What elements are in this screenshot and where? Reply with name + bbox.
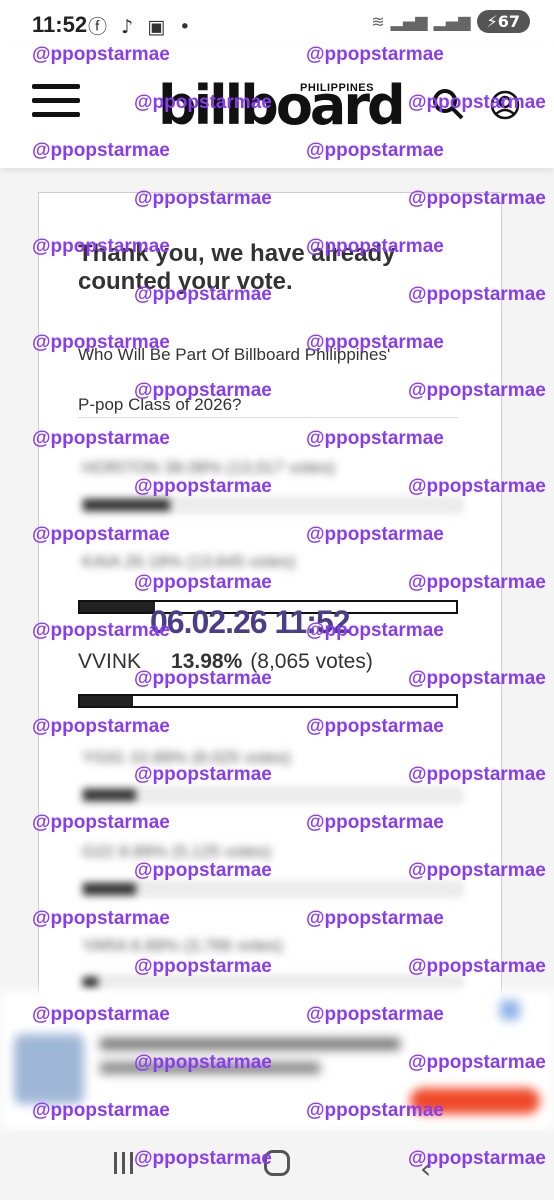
result-bar-above-fill	[80, 602, 156, 612]
watermark-text: @ppopstarmae	[408, 668, 546, 689]
watermark-text: @ppopstarmae	[32, 908, 170, 929]
watermark-text: @ppopstarmae	[408, 956, 546, 977]
status-time: 11:52	[32, 12, 88, 37]
result-text-blurred-5: YARA 6.89% (3,766 votes)	[82, 936, 283, 955]
recents-icon[interactable]	[112, 1152, 136, 1174]
watermark-text: @ppopstarmae	[306, 1100, 444, 1121]
status-right: ≋ ▂▄▆ ▂▄▆ ⚡67	[371, 10, 530, 33]
result-bar-vvink	[78, 694, 458, 708]
watermark-text: @ppopstarmae	[408, 1148, 546, 1169]
watermark-text: @ppopstarmae	[32, 332, 170, 353]
result-bar-fill	[83, 883, 136, 895]
result-bar-fill	[83, 977, 99, 989]
watermark-text: @ppopstarmae	[306, 812, 444, 833]
watermark-text: @ppopstarmae	[134, 188, 272, 209]
watermark-text: @ppopstarmae	[408, 476, 546, 497]
watermark-text: @ppopstarmae	[306, 332, 444, 353]
watermark-text: @ppopstarmae	[306, 140, 444, 161]
watermark-text: @ppopstarmae	[134, 860, 272, 881]
watermark-text: @ppopstarmae	[134, 1052, 272, 1073]
watermark-text: @ppopstarmae	[134, 764, 272, 785]
watermark-text: @ppopstarmae	[408, 92, 546, 113]
watermark-text: @ppopstarmae	[32, 524, 170, 545]
watermark-text: @ppopstarmae	[408, 572, 546, 593]
watermark-text: @ppopstarmae	[32, 716, 170, 737]
wifi-icon: ≋	[371, 12, 385, 31]
divider	[78, 417, 458, 418]
watermark-text: @ppopstarmae	[134, 1148, 272, 1169]
battery-icon: ⚡67	[476, 10, 530, 33]
watermark-text: @ppopstarmae	[408, 284, 546, 305]
result-bar-fill	[83, 789, 136, 801]
watermark-text: @ppopstarmae	[408, 860, 546, 881]
watermark-text: @ppopstarmae	[134, 572, 272, 593]
result-bar-fill	[83, 499, 170, 511]
watermark-text: @ppopstarmae	[306, 908, 444, 929]
result-row-blurred-2: KAIA 26.18% (13,645 votes)	[82, 552, 462, 572]
signal-icon: ▂▄▆	[390, 12, 428, 31]
result-bar-blurred-3	[82, 788, 462, 802]
watermark-text: @ppopstarmae	[134, 668, 272, 689]
watermark-text: @ppopstarmae	[32, 140, 170, 161]
notification-icons: ⓕ ♪ ▣ •	[88, 16, 195, 38]
watermark-text: @ppopstarmae	[306, 428, 444, 449]
result-bar-blurred-1	[82, 498, 462, 512]
watermark-text: @ppopstarmae	[134, 380, 272, 401]
signal-icon-2: ▂▄▆	[433, 12, 471, 31]
status-bar: 11:52 ⓕ ♪ ▣ • ≋ ▂▄▆ ▂▄▆ ⚡67	[0, 0, 554, 44]
watermark-text: @ppopstarmae	[306, 44, 444, 65]
watermark-text: @ppopstarmae	[408, 764, 546, 785]
watermark-text: @ppopstarmae	[134, 476, 272, 497]
watermark-text: @ppopstarmae	[408, 380, 546, 401]
watermark-text: @ppopstarmae	[134, 284, 272, 305]
watermark-text: @ppopstarmae	[306, 524, 444, 545]
watermark-text: @ppopstarmae	[306, 620, 444, 641]
watermark-text: @ppopstarmae	[32, 236, 170, 257]
battery-level: 67	[497, 12, 520, 31]
watermark-text: @ppopstarmae	[134, 92, 272, 113]
ad-text-line	[100, 1038, 400, 1050]
watermark-text: @ppopstarmae	[306, 1004, 444, 1025]
watermark-text: @ppopstarmae	[134, 956, 272, 977]
result-text-blurred-4: G22 8.89% (5,125 votes)	[82, 842, 272, 861]
watermark-text: @ppopstarmae	[306, 236, 444, 257]
watermark-text: @ppopstarmae	[32, 428, 170, 449]
watermark-text: @ppopstarmae	[408, 188, 546, 209]
ad-info-icon[interactable]	[500, 1000, 520, 1020]
ad-image	[14, 1034, 84, 1104]
result-name: VVINK	[78, 650, 142, 673]
watermark-text: @ppopstarmae	[408, 1052, 546, 1073]
watermark-text: @ppopstarmae	[32, 44, 170, 65]
result-text-blurred-1: HORI7ON 38.08% (13,017 votes)	[82, 458, 336, 477]
brand-region: PHILIPPINES	[300, 82, 374, 94]
watermark-text: @ppopstarmae	[306, 716, 444, 737]
menu-icon[interactable]	[32, 84, 80, 120]
result-bar-vvink-fill	[80, 696, 133, 706]
watermark-text: @ppopstarmae	[32, 620, 170, 641]
watermark-text: @ppopstarmae	[32, 812, 170, 833]
watermark-text: @ppopstarmae	[32, 1100, 170, 1121]
result-bar-blurred-4	[82, 882, 462, 896]
result-bar-blurred-5	[82, 976, 462, 990]
watermark-text: @ppopstarmae	[32, 1004, 170, 1025]
result-text-blurred-2: KAIA 26.18% (13,645 votes)	[82, 552, 296, 571]
